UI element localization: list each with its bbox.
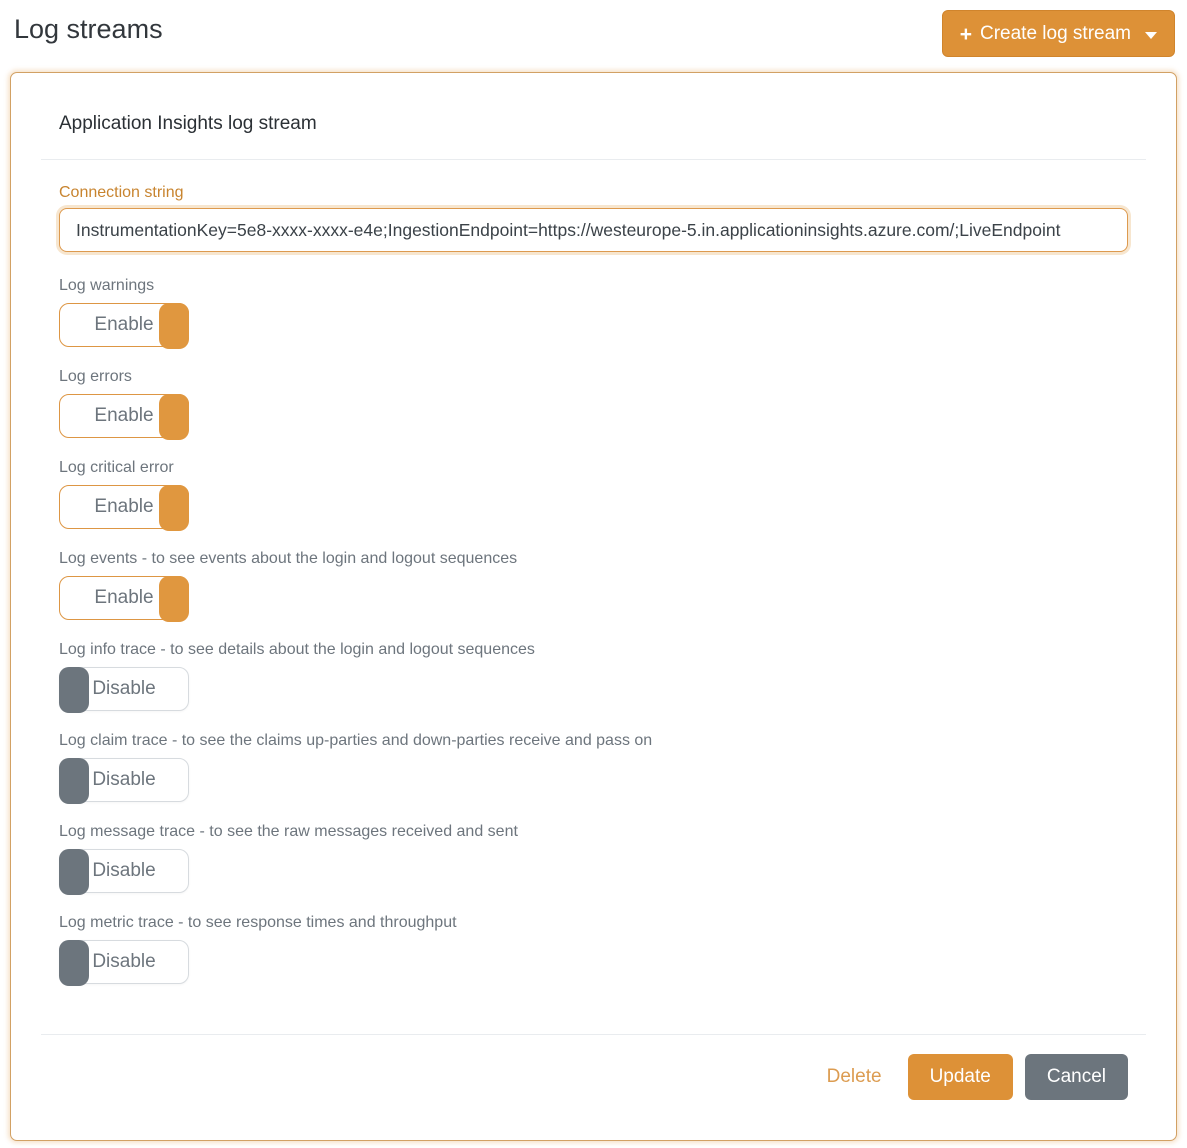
toggle-knob bbox=[59, 667, 89, 713]
toggle-state-label: Disable bbox=[92, 678, 155, 700]
toggle-switch[interactable]: Disable bbox=[59, 940, 189, 984]
toggle-label: Log warnings bbox=[59, 276, 1128, 295]
log-stream-form: Connection string Log warnings Enable Lo… bbox=[41, 160, 1146, 984]
toggle-group: Log events - to see events about the log… bbox=[59, 549, 1128, 620]
plus-icon: + bbox=[960, 24, 972, 45]
toggle-state-label: Disable bbox=[92, 951, 155, 973]
toggle-state-label: Enable bbox=[94, 405, 153, 427]
toggle-group: Log critical error Enable bbox=[59, 458, 1128, 529]
cancel-button[interactable]: Cancel bbox=[1025, 1054, 1128, 1100]
toggle-state-label: Disable bbox=[92, 860, 155, 882]
toggle-switch[interactable]: Enable bbox=[59, 303, 189, 347]
panel-heading: Application Insights log stream bbox=[41, 73, 1146, 159]
toggle-knob bbox=[59, 849, 89, 895]
create-button-label: Create log stream bbox=[980, 23, 1131, 45]
toggle-label: Log info trace - to see details about th… bbox=[59, 640, 1128, 659]
top-bar: Log streams + Create log stream bbox=[0, 0, 1187, 62]
create-log-stream-button[interactable]: + Create log stream bbox=[942, 10, 1175, 57]
toggle-state-label: Enable bbox=[94, 314, 153, 336]
toggle-label: Log events - to see events about the log… bbox=[59, 549, 1128, 568]
toggle-knob bbox=[59, 758, 89, 804]
toggle-switch[interactable]: Disable bbox=[59, 758, 189, 802]
toggle-knob bbox=[159, 576, 189, 622]
toggle-switch[interactable]: Disable bbox=[59, 849, 189, 893]
update-button[interactable]: Update bbox=[908, 1054, 1013, 1100]
toggle-knob bbox=[159, 394, 189, 440]
connection-string-input[interactable] bbox=[59, 208, 1128, 252]
chevron-down-icon bbox=[1145, 32, 1157, 39]
toggle-label: Log message trace - to see the raw messa… bbox=[59, 822, 1128, 841]
toggle-knob bbox=[159, 303, 189, 349]
toggle-switch[interactable]: Enable bbox=[59, 394, 189, 438]
toggle-label: Log critical error bbox=[59, 458, 1128, 477]
footer-actions: Delete Update Cancel bbox=[41, 1035, 1146, 1100]
toggle-list: Log warnings Enable Log errors Enable Lo… bbox=[59, 276, 1128, 984]
toggle-label: Log errors bbox=[59, 367, 1128, 386]
page-title: Log streams bbox=[14, 14, 163, 45]
toggle-group: Log metric trace - to see response times… bbox=[59, 913, 1128, 984]
toggle-state-label: Enable bbox=[94, 496, 153, 518]
toggle-label: Log metric trace - to see response times… bbox=[59, 913, 1128, 932]
toggle-group: Log claim trace - to see the claims up-p… bbox=[59, 731, 1128, 802]
log-stream-panel: Application Insights log stream Connecti… bbox=[10, 72, 1177, 1141]
toggle-switch[interactable]: Enable bbox=[59, 485, 189, 529]
toggle-state-label: Enable bbox=[94, 587, 153, 609]
toggle-knob bbox=[59, 940, 89, 986]
toggle-switch[interactable]: Enable bbox=[59, 576, 189, 620]
toggle-knob bbox=[159, 485, 189, 531]
toggle-label: Log claim trace - to see the claims up-p… bbox=[59, 731, 1128, 750]
toggle-group: Log message trace - to see the raw messa… bbox=[59, 822, 1128, 893]
toggle-state-label: Disable bbox=[92, 769, 155, 791]
toggle-group: Log info trace - to see details about th… bbox=[59, 640, 1128, 711]
connection-string-label: Connection string bbox=[59, 184, 1128, 202]
toggle-group: Log warnings Enable bbox=[59, 276, 1128, 347]
toggle-switch[interactable]: Disable bbox=[59, 667, 189, 711]
delete-link[interactable]: Delete bbox=[827, 1066, 882, 1088]
toggle-group: Log errors Enable bbox=[59, 367, 1128, 438]
